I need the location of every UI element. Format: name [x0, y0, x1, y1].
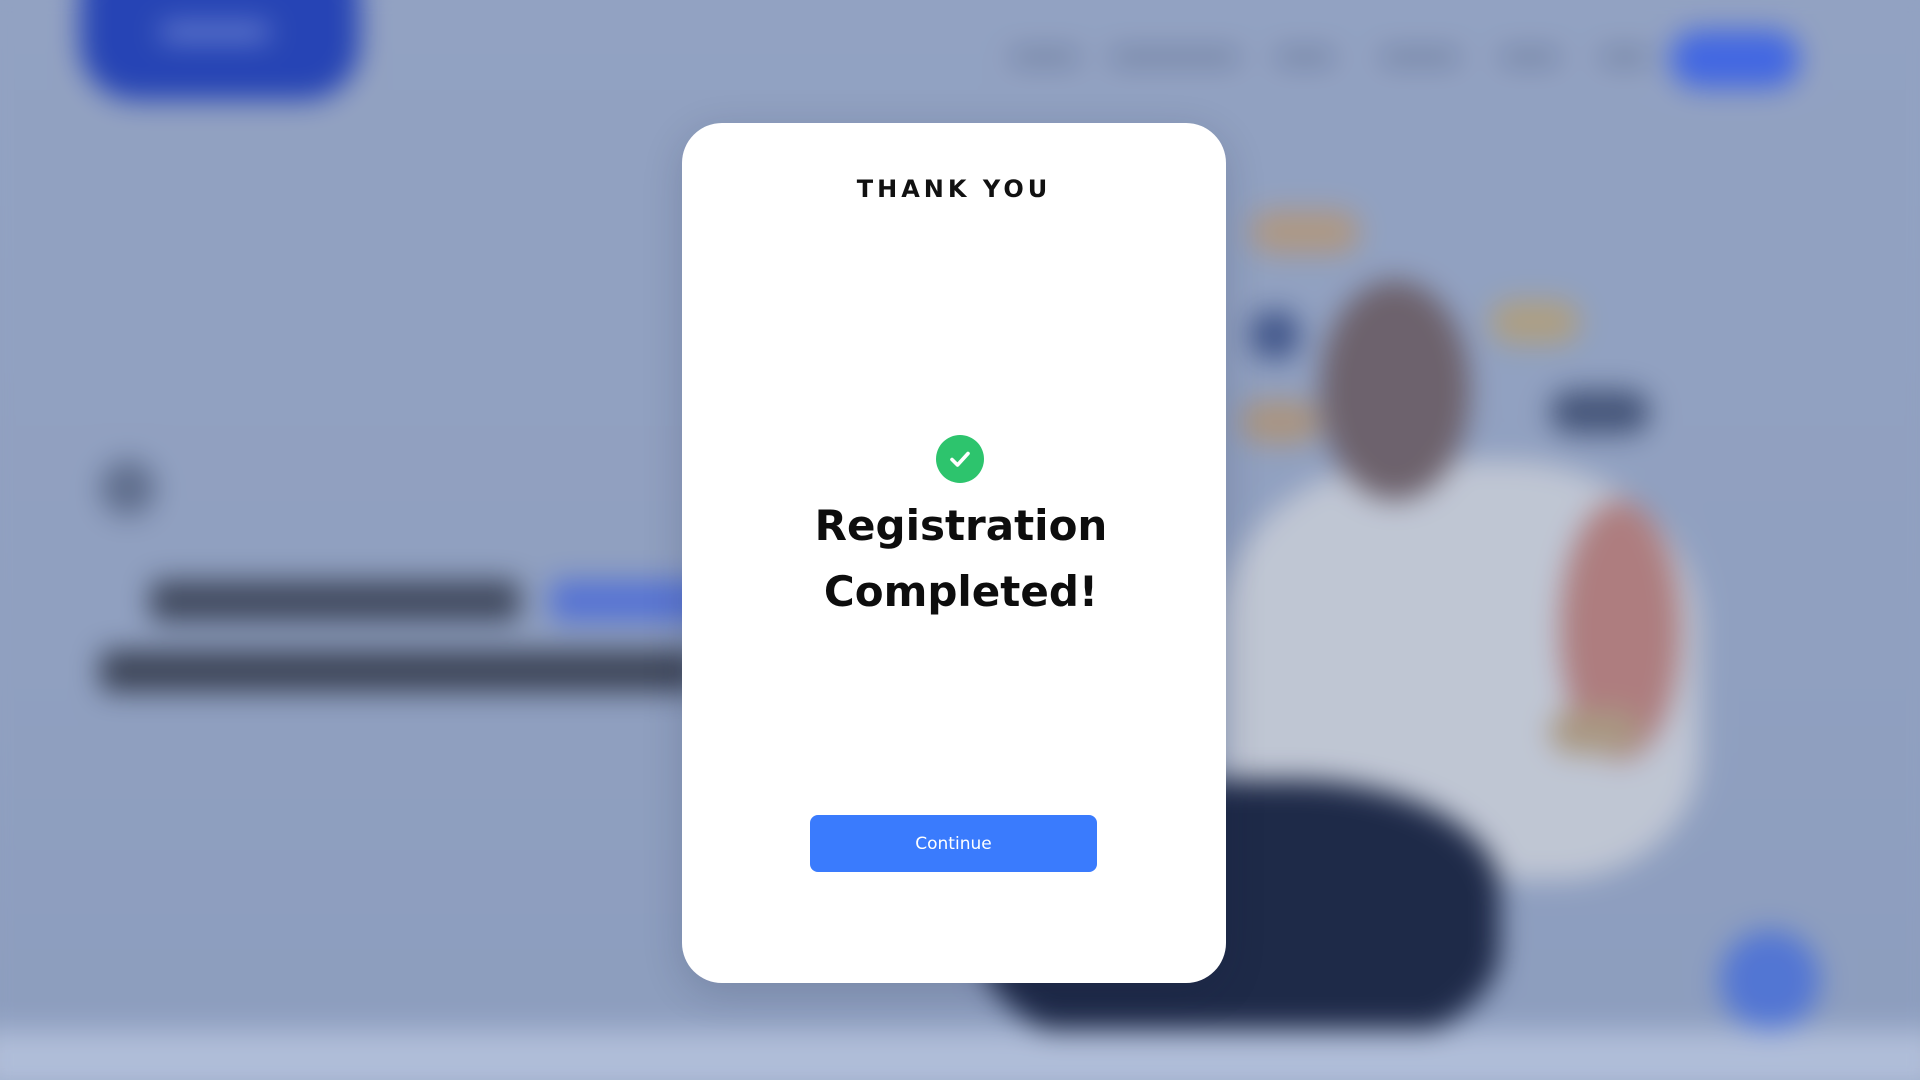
continue-button-label: Continue [915, 833, 992, 854]
page: THANK YOU Registration Completed! Contin… [0, 0, 1920, 1080]
registration-complete-modal: THANK YOU Registration Completed! Contin… [682, 123, 1226, 983]
continue-button[interactable]: Continue [810, 815, 1097, 872]
check-circle-icon [936, 435, 984, 483]
success-title: Registration Completed! [814, 501, 1108, 616]
modal-heading: THANK YOU [856, 175, 1052, 203]
